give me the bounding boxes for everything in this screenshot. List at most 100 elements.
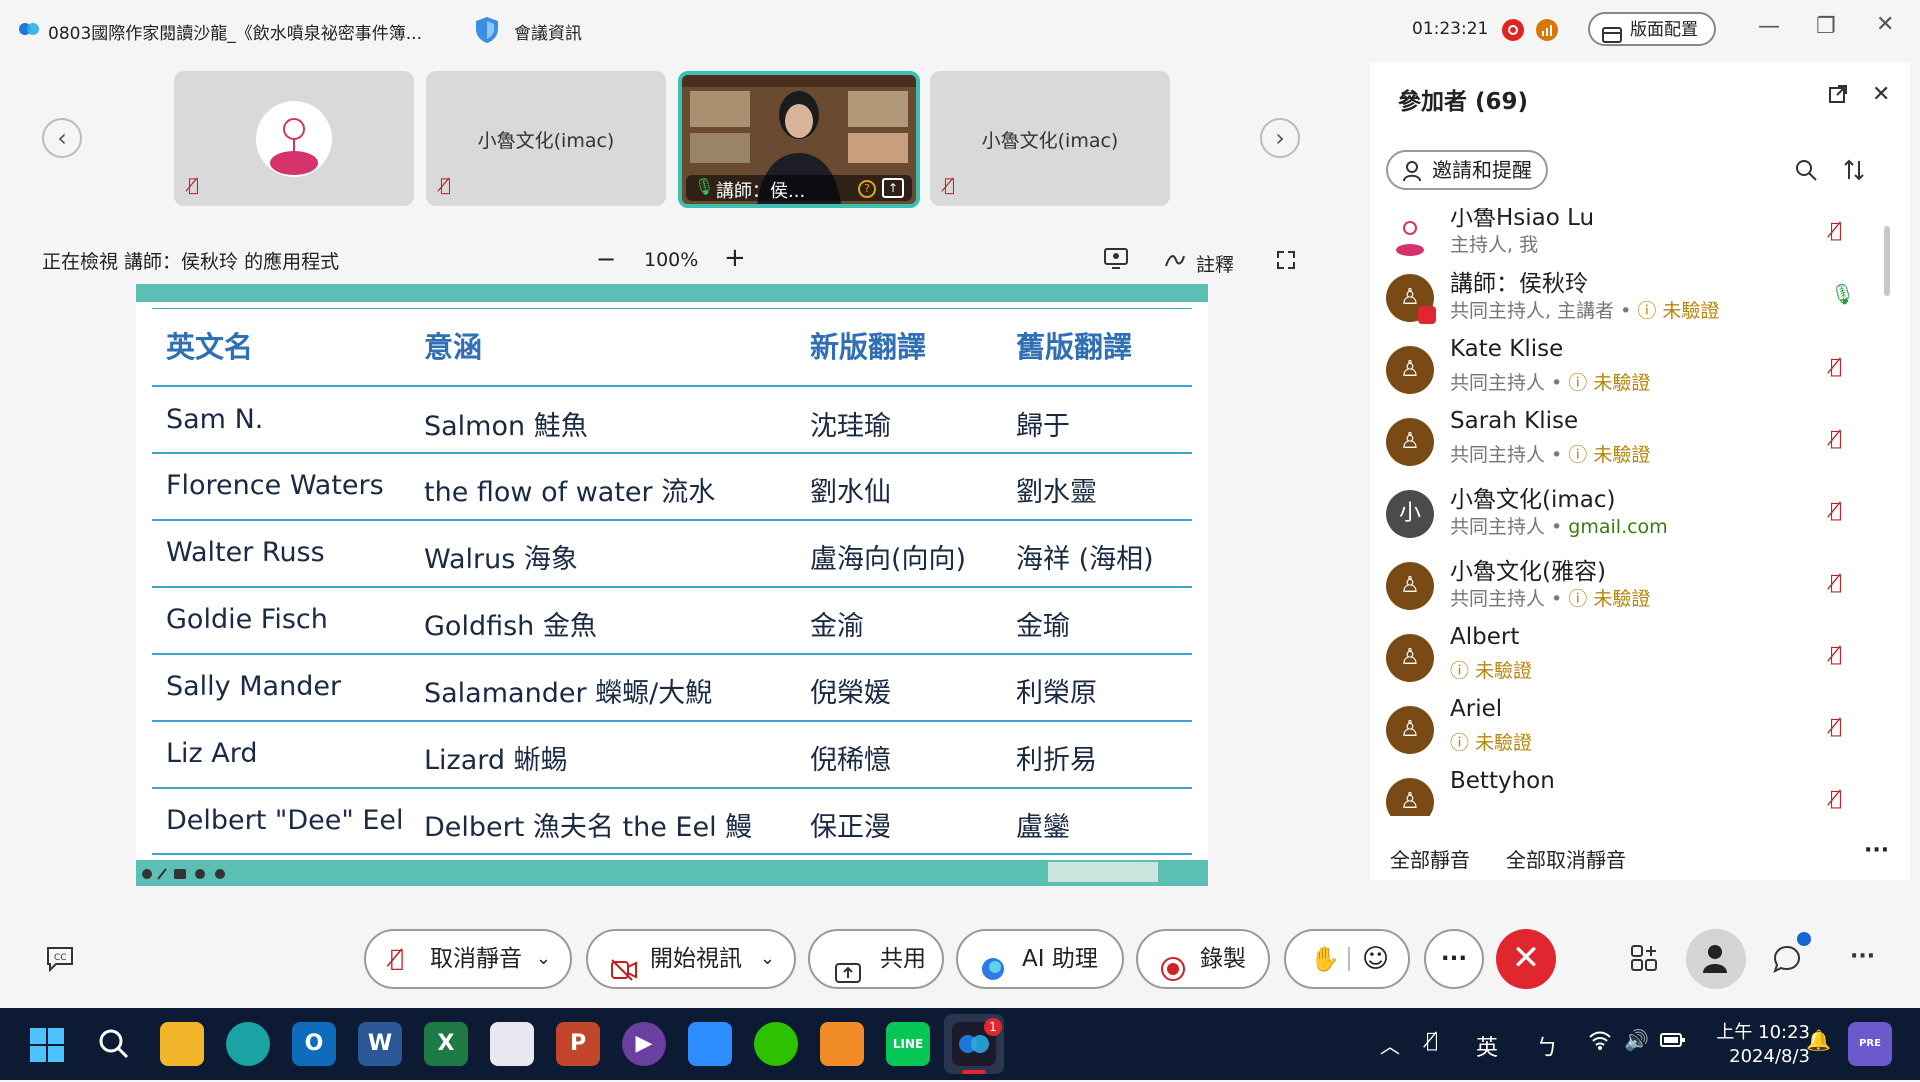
video-tile-speaker[interactable]: 🎙 講師：侯... ? ↑ <box>678 71 920 208</box>
emoji-reaction-icon[interactable]: ☺ <box>1362 931 1389 987</box>
reactions-button[interactable]: ✋ ☺ <box>1284 929 1410 989</box>
recording-indicator-icon[interactable] <box>1502 19 1524 41</box>
participant-row[interactable]: ♙ 講師：侯秋玲 共同主持人, 主講者 • ⓘ 未驗證 🎙 <box>1370 262 1890 334</box>
end-meeting-button[interactable]: ✕ <box>1496 929 1556 989</box>
outlook-icon[interactable]: O <box>292 1022 336 1066</box>
share-label: 共用 <box>880 946 926 972</box>
participant-row[interactable]: ♙ Ariel ⓘ 未驗證 🎙̸ <box>1370 694 1890 766</box>
participant-row[interactable]: ♙ Kate Klise 共同主持人 • ⓘ 未驗證 🎙̸ <box>1370 334 1890 406</box>
media-player-icon[interactable]: ▶ <box>622 1022 666 1066</box>
file-explorer-icon[interactable] <box>160 1022 204 1066</box>
muted-mic-icon[interactable]: 🎙̸ <box>1830 498 1842 522</box>
chat-icon[interactable] <box>1772 944 1802 978</box>
clock-date[interactable]: 2024/8/3 <box>1710 1046 1810 1067</box>
muted-mic-icon: 🎙̸ <box>188 175 199 196</box>
webex-taskbar-button[interactable]: 1 <box>944 1014 1004 1074</box>
more-icon[interactable]: ··· <box>1850 944 1875 969</box>
zoom-out-button[interactable]: − <box>596 245 616 273</box>
email-domain: gmail.com <box>1568 516 1668 538</box>
participants-toggle-button[interactable] <box>1686 929 1746 989</box>
participant-row[interactable]: ♙ Bettyhon 🎙̸ <box>1370 766 1890 816</box>
participant-row[interactable]: 小魯Hsiao Lu 主持人, 我 🎙̸ <box>1370 208 1890 262</box>
close-window-icon[interactable]: ✕ <box>1876 12 1894 37</box>
volume-icon[interactable]: 🔊 <box>1624 1028 1649 1052</box>
ime-mode[interactable]: ㄅ <box>1536 1030 1558 1062</box>
unmute-button[interactable]: 🎙̸ 取消靜音 ⌄ <box>364 929 572 989</box>
word-icon[interactable]: W <box>358 1022 402 1066</box>
excel-icon[interactable]: X <box>424 1022 468 1066</box>
chevron-up-icon[interactable]: ︿ <box>1380 1030 1400 1059</box>
zoom-icon[interactable] <box>688 1022 732 1066</box>
record-button[interactable]: 錄製 <box>1136 929 1270 989</box>
svg-text:CC: CC <box>54 953 67 963</box>
popout-icon[interactable] <box>1828 84 1848 108</box>
muted-mic-icon[interactable]: 🎙̸ <box>1830 354 1842 378</box>
muted-locked-mic-icon[interactable]: 🎙̸ <box>1830 642 1842 666</box>
mic-on-icon[interactable]: 🎙 <box>1830 282 1855 306</box>
more-actions-button[interactable]: ··· <box>1424 929 1484 989</box>
chevron-down-icon[interactable]: ⌄ <box>536 931 551 987</box>
mute-all-button[interactable]: 全部靜音 <box>1390 844 1470 873</box>
muted-mic-icon[interactable]: 🎙̸ <box>1830 570 1842 594</box>
strip-next-button[interactable]: › <box>1260 118 1300 158</box>
restore-icon[interactable]: ❐ <box>1816 14 1836 39</box>
apps-icon[interactable] <box>1630 944 1658 979</box>
shield-icon[interactable] <box>474 16 500 48</box>
raise-hand-icon[interactable]: ✋ <box>1310 931 1340 987</box>
muted-locked-mic-icon[interactable]: 🎙̸ <box>1830 786 1842 810</box>
minimize-icon[interactable]: — <box>1758 14 1780 39</box>
captions-icon[interactable]: CC <box>46 946 74 976</box>
start-video-button[interactable]: 開始視訊 ⌄ <box>586 929 796 989</box>
annotate-button[interactable]: 註釋 <box>1196 250 1234 277</box>
ime-language[interactable]: 英 <box>1476 1030 1498 1062</box>
ai-assistant-icon <box>980 947 1006 1003</box>
zoom-value[interactable]: 100% <box>644 249 698 271</box>
wifi-icon[interactable] <box>1588 1030 1612 1055</box>
participant-row[interactable]: ♙ Albert ⓘ 未驗證 🎙̸ <box>1370 622 1890 694</box>
more-options-icon[interactable]: ··· <box>1864 838 1889 863</box>
pdf-icon[interactable] <box>820 1022 864 1066</box>
zoom-in-button[interactable]: + <box>724 243 746 273</box>
participant-name: Albert <box>1450 624 1520 650</box>
video-tile-imac-1[interactable]: 小魯文化(imac) 🎙̸ <box>426 71 666 206</box>
search-icon[interactable] <box>98 1028 130 1064</box>
fullscreen-icon[interactable] <box>1276 250 1296 274</box>
participant-row[interactable]: 小 小魯文化(imac) 共同主持人 • gmail.com 🎙̸ <box>1370 478 1890 550</box>
strip-prev-button[interactable]: ‹ <box>42 118 82 158</box>
muted-mic-icon[interactable]: 🎙̸ <box>1830 218 1842 242</box>
mic-muted-tray-icon[interactable]: 🎙̸ <box>1426 1028 1438 1052</box>
notification-bell-icon[interactable]: 🔔 <box>1806 1028 1831 1052</box>
search-icon[interactable] <box>1794 158 1818 186</box>
clock-time[interactable]: 上午 10:23 <box>1710 1018 1810 1044</box>
muted-locked-mic-icon[interactable]: 🎙̸ <box>1830 714 1842 738</box>
invite-button[interactable]: 邀請和提醒 <box>1386 150 1548 190</box>
battery-icon[interactable] <box>1660 1030 1686 1054</box>
connection-stats-icon[interactable] <box>1536 19 1558 41</box>
layout-button[interactable]: 版面配置 <box>1588 12 1716 46</box>
screen-control-icon[interactable] <box>1104 248 1128 274</box>
row-divider <box>152 308 1192 309</box>
share-button[interactable]: 共用 <box>808 929 944 989</box>
muted-mic-icon[interactable]: 🎙̸ <box>1830 426 1842 450</box>
chevron-down-icon[interactable]: ⌄ <box>760 931 775 987</box>
ai-assistant-button[interactable]: AI 助理 <box>956 929 1124 989</box>
start-icon[interactable] <box>30 1028 64 1066</box>
unmute-all-button[interactable]: 全部取消靜音 <box>1506 844 1626 873</box>
line-icon[interactable]: LINE <box>886 1022 930 1066</box>
participant-list[interactable]: 小魯Hsiao Lu 主持人, 我 🎙̸ ♙ 講師：侯秋玲 共同主持人, 主講者… <box>1370 208 1890 816</box>
wechat-icon[interactable] <box>754 1022 798 1066</box>
meeting-info-link[interactable]: 會議資訊 <box>514 19 582 44</box>
participant-row[interactable]: ♙ 小魯文化(雅容) 共同主持人 • ⓘ 未驗證 🎙̸ <box>1370 550 1890 622</box>
snipping-tool-icon[interactable] <box>490 1022 534 1066</box>
video-tile-imac-2[interactable]: 小魯文化(imac) 🎙̸ <box>930 71 1170 206</box>
edge-icon[interactable] <box>226 1022 270 1066</box>
powerpoint-icon[interactable]: P <box>556 1022 600 1066</box>
participant-list-scrollbar[interactable] <box>1884 226 1890 296</box>
close-panel-icon[interactable]: ✕ <box>1872 82 1890 107</box>
annotate-icon[interactable] <box>1164 250 1186 274</box>
participant-name: 小魯文化(雅容) <box>1450 559 1606 585</box>
participant-row[interactable]: ♙ Sarah Klise 共同主持人 • ⓘ 未驗證 🎙̸ <box>1370 406 1890 478</box>
video-tile-host[interactable]: 🎙̸ <box>174 71 414 206</box>
sort-icon[interactable] <box>1842 158 1866 186</box>
copilot-icon[interactable]: PRE <box>1848 1022 1892 1066</box>
